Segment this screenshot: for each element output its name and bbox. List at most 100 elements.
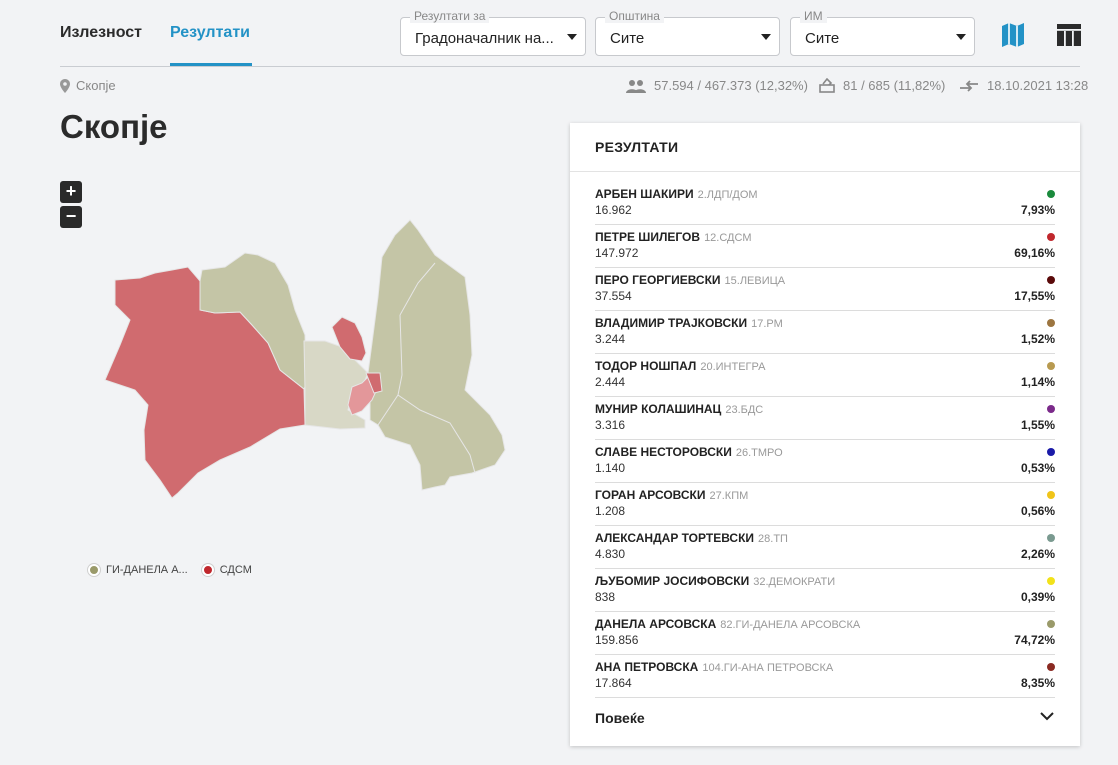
- legend-item[interactable]: ГИ-ДАНЕЛА А...: [88, 564, 188, 576]
- candidate-party: 15.ЛЕВИЦА: [724, 275, 786, 287]
- candidate-color-dot: [1047, 233, 1055, 241]
- tab-turnout[interactable]: Излезност: [60, 24, 142, 42]
- legend-label: ГИ-ДАНЕЛА А...: [106, 564, 188, 576]
- candidate-name: ГОРАН АРСОВСКИ 27.КПМ: [595, 488, 748, 502]
- candidate-row[interactable]: ЉУБОМИР ЈОСИФОВСКИ 32.ДЕМОКРАТИ 838 0,39%: [595, 569, 1055, 612]
- candidate-percent: 0,39%: [1020, 590, 1055, 604]
- candidate-name: СЛАВЕ НЕСТОРОВСКИ 26.ТМРО: [595, 445, 783, 459]
- candidate-party: 20.ИНТЕГРА: [700, 361, 766, 373]
- candidate-row[interactable]: ДАНЕЛА АРСОВСКА 82.ГИ-ДАНЕЛА АРСОВСКА 159.…: [595, 612, 1055, 655]
- candidate-votes: 3.316: [595, 418, 626, 432]
- results-for-label: Резултати за: [410, 9, 490, 23]
- candidate-percent: 1,55%: [1020, 418, 1055, 432]
- candidate-votes: 838: [595, 590, 616, 604]
- map-icon[interactable]: [999, 21, 1027, 49]
- municipality-select[interactable]: Општина Сите: [595, 9, 780, 56]
- candidate-name-text: ПЕТРЕ ШИЛЕГОВ: [595, 230, 701, 244]
- candidate-votes: 16.962: [595, 203, 632, 217]
- table-icon[interactable]: [1055, 21, 1083, 49]
- candidate-name: МУНИР КОЛАШИНАЦ 23.БДС: [595, 402, 763, 416]
- municipality-map[interactable]: [100, 215, 520, 510]
- candidate-color-dot: [1047, 190, 1055, 198]
- candidate-percent: 69,16%: [1014, 246, 1055, 260]
- im-select[interactable]: ИМ Сите: [790, 9, 975, 56]
- candidate-percent: 17,55%: [1014, 289, 1055, 303]
- candidate-name: АРБЕН ШАКИРИ 2.ЛДП/ДОМ: [595, 187, 758, 201]
- results-panel-divider: [570, 171, 1080, 172]
- candidate-row[interactable]: АРБЕН ШАКИРИ 2.ЛДП/ДОМ 16.962 7,93%: [595, 182, 1055, 225]
- candidate-votes: 4.830: [595, 547, 626, 561]
- candidate-color-dot: [1047, 663, 1055, 671]
- updated-stat: 18.10.2021 13:28: [959, 78, 1088, 93]
- candidate-party: 82.ГИ-ДАНЕЛА АРСОВСКА: [720, 619, 861, 631]
- candidate-name: ПЕРО ГЕОРГИЕВСКИ 15.ЛЕВИЦА: [595, 273, 785, 287]
- candidate-party: 28.ТП: [758, 533, 788, 545]
- ballot-box-icon: [819, 78, 835, 93]
- more-button[interactable]: Повеќе: [595, 710, 645, 726]
- legend-label: СДСМ: [219, 564, 252, 576]
- candidate-row[interactable]: ПЕРО ГЕОРГИЕВСКИ 15.ЛЕВИЦА 37.554 17,55%: [595, 268, 1055, 311]
- candidate-color-dot: [1047, 577, 1055, 585]
- candidate-color-dot: [1047, 448, 1055, 456]
- im-value: Сите: [805, 30, 840, 47]
- candidate-percent: 1,14%: [1020, 375, 1055, 389]
- legend-dot: [201, 564, 214, 576]
- stations-stat: 81 / 685 (11,82%): [819, 78, 945, 93]
- candidate-name: АЛЕКСАНДАР ТОРТЕВСКИ 28.ТП: [595, 531, 788, 545]
- candidate-percent: 1,52%: [1020, 332, 1055, 346]
- candidate-color-dot: [1047, 620, 1055, 628]
- municipality-value: Сите: [610, 30, 645, 47]
- candidate-row[interactable]: ПЕТРЕ ШИЛЕГОВ 12.СДСМ 147.972 69,16%: [595, 225, 1055, 268]
- candidate-party: 23.БДС: [725, 404, 764, 416]
- people-icon: [626, 79, 646, 93]
- legend-item[interactable]: СДСМ: [201, 564, 252, 576]
- candidate-votes: 37.554: [595, 289, 632, 303]
- results-for-select[interactable]: Резултати за Градоначалник на...: [400, 9, 586, 56]
- candidate-votes: 159.856: [595, 633, 639, 647]
- candidate-percent: 74,72%: [1014, 633, 1055, 647]
- candidate-color-dot: [1047, 405, 1055, 413]
- updated-text: 18.10.2021 13:28: [987, 78, 1089, 93]
- candidate-color-dot: [1047, 276, 1055, 284]
- map-legend: ГИ-ДАНЕЛА А... СДСМ: [88, 564, 252, 576]
- voters-text: 57.594 / 467.373 (12,32%): [654, 78, 808, 93]
- candidate-row[interactable]: МУНИР КОЛАШИНАЦ 23.БДС 3.316 1,55%: [595, 397, 1055, 440]
- stations-text: 81 / 685 (11,82%): [843, 78, 946, 93]
- candidate-name-text: АЛЕКСАНДАР ТОРТЕВСКИ: [595, 531, 755, 545]
- candidate-row[interactable]: ВЛАДИМИР ТРАЈКОВСКИ 17.РМ 3.244 1,52%: [595, 311, 1055, 354]
- candidate-row[interactable]: ГОРАН АРСОВСКИ 27.КПМ 1.208 0,56%: [595, 483, 1055, 526]
- candidate-row[interactable]: АЛЕКСАНДАР ТОРТЕВСКИ 28.ТП 4.830 2,26%: [595, 526, 1055, 569]
- candidate-votes: 1.208: [595, 504, 626, 518]
- candidate-name-text: АРБЕН ШАКИРИ: [595, 187, 694, 201]
- candidate-color-dot: [1047, 534, 1055, 542]
- candidate-party: 27.КПМ: [709, 490, 749, 502]
- candidate-party: 12.СДСМ: [704, 232, 752, 244]
- candidate-name: ТОДОР НОШПАЛ 20.ИНТЕГРА: [595, 359, 765, 373]
- candidate-name-text: ТОДОР НОШПАЛ: [595, 359, 697, 373]
- candidate-name: ПЕТРЕ ШИЛЕГОВ 12.СДСМ: [595, 230, 752, 244]
- candidate-row[interactable]: СЛАВЕ НЕСТОРОВСКИ 26.ТМРО 1.140 0,53%: [595, 440, 1055, 483]
- candidate-row[interactable]: АНА ПЕТРОВСКА 104.ГИ-АНА ПЕТРОВСКА 17.864 8…: [595, 655, 1055, 698]
- candidate-color-dot: [1047, 319, 1055, 327]
- candidate-percent: 8,35%: [1020, 676, 1055, 690]
- chevron-down-icon[interactable]: [1040, 711, 1054, 721]
- results-panel: РЕЗУЛТАТИ АРБЕН ШАКИРИ 2.ЛДП/ДОМ 16.962 7,9…: [570, 123, 1080, 746]
- location-text: Скопје: [76, 78, 116, 93]
- location-pin-icon: [60, 78, 70, 93]
- candidate-name: АНА ПЕТРОВСКА 104.ГИ-АНА ПЕТРОВСКА: [595, 660, 833, 674]
- zoom-out-button[interactable]: −: [60, 206, 82, 228]
- header-divider: [60, 66, 1080, 67]
- voters-stat: 57.594 / 467.373 (12,32%): [626, 78, 808, 93]
- candidate-name-text: ГОРАН АРСОВСКИ: [595, 488, 706, 502]
- candidate-percent: 7,93%: [1020, 203, 1055, 217]
- candidate-votes: 1.140: [595, 461, 626, 475]
- map-region-east[interactable]: [367, 219, 506, 491]
- zoom-in-button[interactable]: +: [60, 181, 82, 203]
- candidate-name-text: МУНИР КОЛАШИНАЦ: [595, 402, 722, 416]
- candidate-party: 104.ГИ-АНА ПЕТРОВСКА: [702, 662, 834, 674]
- location-breadcrumb: Скопје: [60, 78, 116, 93]
- results-list: АРБЕН ШАКИРИ 2.ЛДП/ДОМ 16.962 7,93% ПЕТРЕ ШИ…: [595, 182, 1055, 698]
- candidate-row[interactable]: ТОДОР НОШПАЛ 20.ИНТЕГРА 2.444 1,14%: [595, 354, 1055, 397]
- tab-results[interactable]: Резултати: [170, 24, 250, 42]
- candidate-name-text: АНА ПЕТРОВСКА: [595, 660, 699, 674]
